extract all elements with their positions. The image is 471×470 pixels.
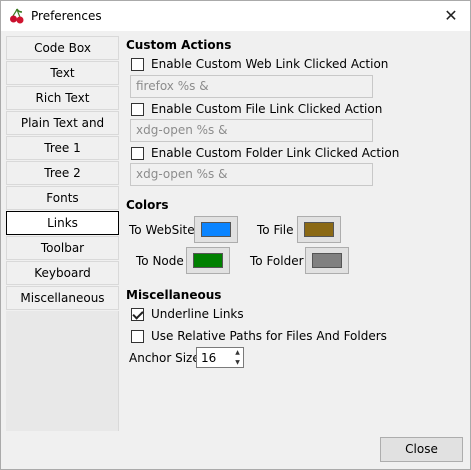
- sidebar-item-links[interactable]: Links: [6, 211, 119, 235]
- to-folder-label: To Folder: [250, 254, 304, 268]
- spin-up-icon[interactable]: ▲: [232, 348, 243, 357]
- web-link-action-row[interactable]: Enable Custom Web Link Clicked Action: [131, 57, 388, 71]
- folder-link-action-row[interactable]: Enable Custom Folder Link Clicked Action: [131, 146, 399, 160]
- relative-paths-label: Use Relative Paths for Files And Folders: [151, 329, 387, 343]
- anchor-size-label: Anchor Size: [129, 351, 200, 365]
- title-bar: Preferences ✕: [1, 1, 470, 31]
- sidebar-item-tree-1[interactable]: Tree 1: [6, 136, 119, 160]
- sidebar-item-plain-text-and-code[interactable]: Plain Text and Code: [6, 111, 119, 152]
- to-file-label: To File: [257, 223, 294, 237]
- sidebar-item-rich-text[interactable]: Rich Text: [6, 86, 119, 110]
- sidebar-item-code-box[interactable]: Code Box: [6, 36, 119, 60]
- to-folder-color-button[interactable]: [305, 247, 349, 274]
- underline-links-checkbox[interactable]: [131, 307, 144, 321]
- file-link-action-field[interactable]: xdg-open %s &: [130, 119, 373, 142]
- close-button[interactable]: Close: [380, 437, 463, 462]
- underline-links-row[interactable]: Underline Links: [131, 307, 244, 321]
- sidebar-item-miscellaneous[interactable]: Miscellaneous: [6, 286, 119, 310]
- underline-links-label: Underline Links: [151, 307, 244, 321]
- relative-paths-checkbox[interactable]: [131, 329, 144, 343]
- to-website-color-button[interactable]: [194, 216, 238, 243]
- relative-paths-row[interactable]: Use Relative Paths for Files And Folders: [131, 329, 387, 343]
- preferences-window: Preferences ✕ Code Box Text Rich Text Pl…: [0, 0, 471, 470]
- to-website-label: To WebSite: [129, 223, 195, 237]
- links-panel: Custom Actions Enable Custom Web Link Cl…: [120, 36, 465, 431]
- sidebar-item-fonts[interactable]: Fonts: [6, 186, 119, 210]
- cherry-icon: [10, 8, 24, 24]
- web-link-action-label: Enable Custom Web Link Clicked Action: [151, 57, 389, 71]
- sidebar-item-tree-2[interactable]: Tree 2: [6, 161, 119, 185]
- misc-heading: Miscellaneous: [126, 288, 222, 302]
- file-link-action-label: Enable Custom File Link Clicked Action: [151, 102, 383, 116]
- folder-link-action-field[interactable]: xdg-open %s &: [130, 163, 373, 186]
- folder-link-action-checkbox[interactable]: [131, 146, 144, 160]
- sidebar-item-text[interactable]: Text: [6, 61, 119, 85]
- to-node-swatch: [193, 253, 223, 268]
- file-link-action-checkbox[interactable]: [131, 102, 144, 116]
- close-icon[interactable]: ✕: [438, 5, 464, 27]
- spin-down-icon[interactable]: ▼: [232, 358, 243, 367]
- sidebar-empty-area: [6, 311, 119, 431]
- to-website-swatch: [201, 222, 231, 237]
- sidebar-item-keyboard-shortcuts[interactable]: Keyboard Shortcuts: [6, 261, 119, 302]
- file-link-action-row[interactable]: Enable Custom File Link Clicked Action: [131, 102, 382, 116]
- anchor-size-stepper[interactable]: 16 ▲ ▼: [196, 347, 244, 368]
- to-node-color-button[interactable]: [186, 247, 230, 274]
- to-file-swatch: [304, 222, 334, 237]
- sidebar: Code Box Text Rich Text Plain Text and C…: [6, 36, 119, 310]
- anchor-size-value: 16: [201, 351, 217, 365]
- to-file-color-button[interactable]: [297, 216, 341, 243]
- custom-actions-heading: Custom Actions: [126, 38, 232, 52]
- to-folder-swatch: [312, 253, 342, 268]
- sidebar-item-toolbar[interactable]: Toolbar: [6, 236, 119, 260]
- window-title: Preferences: [31, 9, 102, 23]
- web-link-action-checkbox[interactable]: [131, 57, 144, 71]
- colors-heading: Colors: [126, 198, 169, 212]
- folder-link-action-label: Enable Custom Folder Link Clicked Action: [151, 146, 400, 160]
- web-link-action-field[interactable]: firefox %s &: [130, 75, 373, 98]
- to-node-label: To Node: [136, 254, 184, 268]
